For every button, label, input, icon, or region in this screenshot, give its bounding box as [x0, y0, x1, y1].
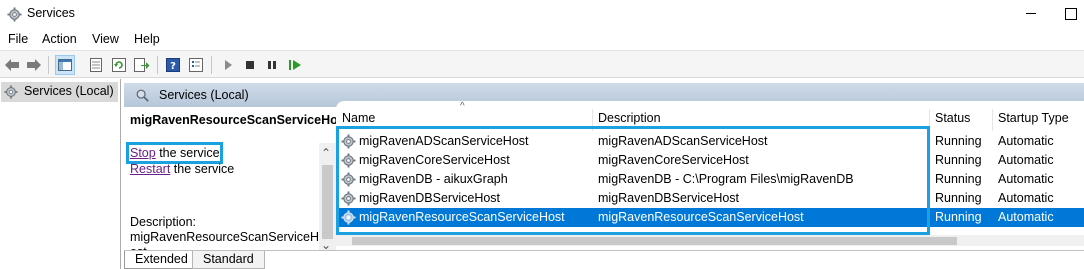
view-tabs: Extended Standard: [124, 250, 1084, 269]
service-name-cell: migRavenADScanServiceHost: [359, 134, 529, 148]
services-list: ^ Name Description Status Startup Type m…: [336, 101, 1084, 247]
properties-icon[interactable]: [186, 55, 206, 75]
menu-bar: File Action View Help: [0, 30, 1084, 50]
scrollbar-thumb[interactable]: [352, 237, 957, 245]
tab-standard[interactable]: Standard: [192, 251, 265, 269]
table-row[interactable]: migRavenResourceScanServiceHost migRavenR…: [336, 208, 1084, 227]
column-divider: [929, 109, 930, 131]
service-details: migRavenResourceScanServiceHost Stop the…: [124, 107, 349, 259]
selected-service-name: migRavenResourceScanServiceHost: [130, 113, 349, 127]
export-icon[interactable]: [132, 55, 152, 75]
window-title: Services: [27, 6, 75, 20]
service-gear-icon: [341, 153, 356, 168]
services-pane: Services (Local) migRavenResourceScanSer…: [124, 83, 1084, 269]
services-gear-icon: [7, 7, 22, 22]
svg-text:?: ?: [170, 61, 176, 72]
forward-icon[interactable]: [24, 55, 44, 75]
service-gear-icon: [341, 172, 356, 187]
column-header-name[interactable]: Name: [342, 111, 375, 131]
stop-action-text: the service: [155, 146, 220, 160]
restart-action: Restart the service: [130, 162, 234, 176]
column-divider: [992, 109, 993, 131]
toolbar-separator: [48, 56, 49, 74]
scrollbar-thumb[interactable]: [322, 165, 333, 239]
service-status-cell: Running: [935, 134, 982, 148]
column-header-status[interactable]: Status: [935, 111, 970, 131]
service-startup-type-cell: Automatic: [998, 153, 1054, 167]
pane-title: Services (Local): [159, 88, 249, 102]
details-scrollbar[interactable]: ⌃ ⌄: [319, 143, 336, 251]
sort-ascending-icon: ^: [460, 101, 465, 112]
services-gear-icon: [4, 85, 18, 99]
column-header-description[interactable]: Description: [598, 111, 661, 131]
help-icon[interactable]: ?: [163, 55, 183, 75]
stop-service-link[interactable]: Stop: [130, 146, 156, 160]
minimize-button[interactable]: [1016, 4, 1046, 24]
pause-service-icon[interactable]: [262, 55, 282, 75]
service-name-cell: migRavenDBServiceHost: [359, 191, 501, 205]
service-startup-type-cell: Automatic: [998, 210, 1054, 224]
service-description-cell: migRavenDBServiceHost: [598, 191, 740, 205]
tab-extended[interactable]: Extended: [124, 251, 199, 269]
service-description-cell: migRavenDB - C:\Program Files\migRavenDB: [598, 172, 854, 186]
export-list-icon[interactable]: [86, 55, 106, 75]
restart-service-link[interactable]: Restart: [130, 162, 170, 176]
table-row[interactable]: migRavenDBServiceHost migRavenDBServiceHo…: [336, 189, 1084, 208]
service-status-cell: Running: [935, 153, 982, 167]
title-bar: Services: [0, 0, 1084, 30]
search-gear-icon: [136, 89, 149, 102]
stop-action: Stop the service: [130, 146, 220, 160]
service-name-cell: migRavenDB - aikuxGraph: [359, 172, 508, 186]
service-status-cell: Running: [935, 210, 982, 224]
service-description-cell: migRavenCoreServiceHost: [598, 153, 749, 167]
service-status-cell: Running: [935, 172, 982, 186]
service-gear-icon: [341, 134, 356, 149]
description-label: Description:: [130, 215, 196, 229]
service-status-cell: Running: [935, 191, 982, 205]
console-tree: Services (Local): [0, 79, 121, 269]
list-horizontal-scrollbar[interactable]: [336, 235, 1084, 246]
service-name-cell: migRavenResourceScanServiceHost: [359, 210, 565, 224]
service-startup-type-cell: Automatic: [998, 172, 1054, 186]
scroll-up-icon[interactable]: ⌃: [321, 147, 331, 159]
table-row[interactable]: migRavenCoreServiceHost migRavenCoreServi…: [336, 151, 1084, 170]
restart-service-icon[interactable]: [285, 55, 305, 75]
service-gear-icon: [341, 210, 356, 225]
tree-item-label: Services (Local): [24, 84, 114, 98]
menu-action[interactable]: Action: [42, 32, 77, 46]
table-row[interactable]: migRavenADScanServiceHost migRavenADScanS…: [336, 132, 1084, 151]
toolbar-separator: [211, 56, 212, 74]
menu-help[interactable]: Help: [134, 32, 160, 46]
maximize-button[interactable]: [1062, 4, 1084, 24]
table-row[interactable]: migRavenDB - aikuxGraph migRavenDB - C:\P…: [336, 170, 1084, 189]
menu-file[interactable]: File: [8, 32, 28, 46]
service-name-cell: migRavenCoreServiceHost: [359, 153, 510, 167]
refresh-icon[interactable]: [109, 55, 129, 75]
show-hide-console-tree-icon[interactable]: [55, 55, 75, 75]
start-service-icon[interactable]: [218, 55, 238, 75]
service-startup-type-cell: Automatic: [998, 191, 1054, 205]
toolbar-separator: [157, 56, 158, 74]
restart-action-text: the service: [170, 162, 235, 176]
service-startup-type-cell: Automatic: [998, 134, 1054, 148]
stop-service-icon[interactable]: [240, 55, 260, 75]
column-header-startup-type[interactable]: Startup Type: [998, 111, 1069, 131]
tree-item-services-local[interactable]: Services (Local): [1, 82, 118, 102]
service-gear-icon: [341, 191, 356, 206]
column-divider: [592, 109, 593, 131]
service-description-cell: migRavenResourceScanServiceHost: [598, 210, 804, 224]
menu-view[interactable]: View: [92, 32, 119, 46]
service-description-cell: migRavenADScanServiceHost: [598, 134, 768, 148]
toolbar: ?: [0, 50, 1084, 78]
back-icon[interactable]: [2, 55, 22, 75]
